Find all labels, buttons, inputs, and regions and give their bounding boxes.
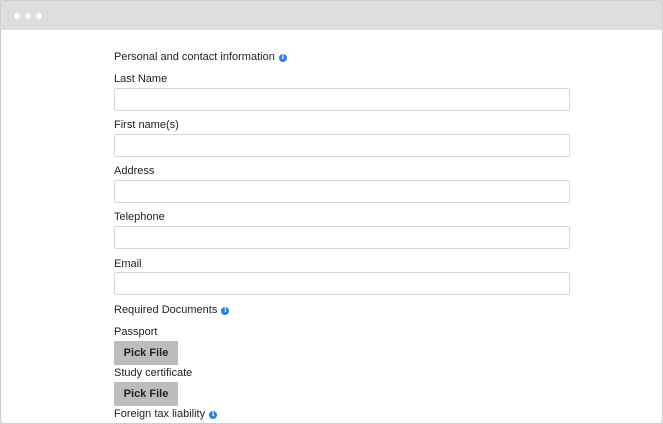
study-certificate-label: Study certificate: [114, 367, 193, 379]
personal-info-heading: Personal and contact information i: [114, 51, 287, 64]
window-control-dot-1[interactable]: [14, 13, 20, 19]
study-certificate-pick-file-button[interactable]: Pick File: [114, 382, 178, 406]
required-documents-heading: Required Documents i: [114, 304, 230, 317]
address-field[interactable]: [114, 180, 570, 203]
personal-info-heading-text: Personal and contact information: [114, 51, 275, 63]
info-icon[interactable]: i: [221, 306, 230, 315]
telephone-field[interactable]: [114, 226, 570, 249]
form-content: Personal and contact information i Last …: [1, 30, 662, 423]
email-label: Email: [114, 258, 142, 270]
first-name-field[interactable]: [114, 134, 570, 157]
required-documents-heading-text: Required Documents: [114, 304, 218, 316]
window-control-dot-3[interactable]: [36, 13, 42, 19]
address-label: Address: [114, 165, 155, 177]
window-control-dot-2[interactable]: [25, 13, 31, 19]
first-name-label: First name(s): [114, 119, 179, 131]
last-name-label: Last Name: [114, 73, 168, 85]
passport-label: Passport: [114, 326, 158, 338]
last-name-field[interactable]: [114, 88, 570, 111]
foreign-tax-liability-heading: Foreign tax liability i: [114, 408, 218, 421]
info-icon[interactable]: i: [278, 53, 287, 62]
info-icon[interactable]: i: [209, 410, 218, 419]
foreign-tax-liability-heading-text: Foreign tax liability: [114, 408, 206, 420]
telephone-label: Telephone: [114, 211, 165, 223]
passport-pick-file-button[interactable]: Pick File: [114, 341, 178, 365]
browser-window: Personal and contact information i Last …: [0, 0, 663, 424]
email-field[interactable]: [114, 272, 570, 295]
window-titlebar: [1, 1, 662, 30]
